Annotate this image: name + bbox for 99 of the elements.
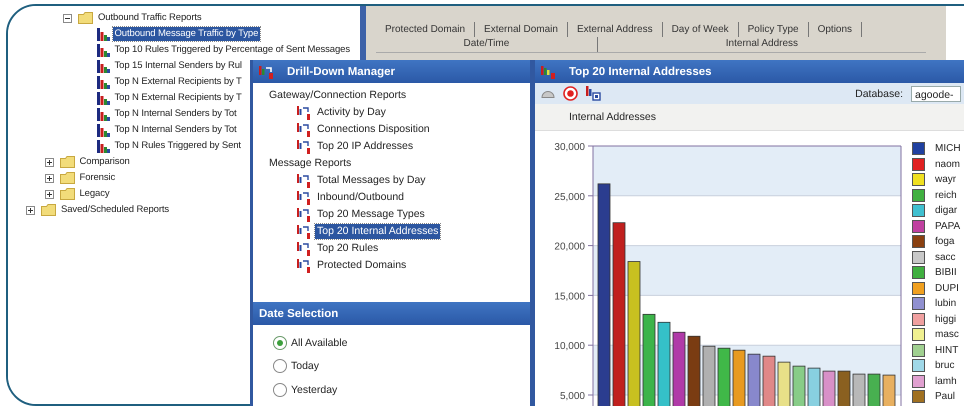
tree-item[interactable]: Top N External Recipients by T [112, 91, 244, 105]
expand-toggle[interactable] [26, 206, 35, 214]
legend-label: higgi [935, 314, 956, 325]
expand-toggle[interactable] [44, 190, 54, 198]
chart-icon [541, 64, 557, 80]
tab[interactable]: Day of Week [662, 22, 739, 37]
drill-down-icon [297, 207, 312, 222]
legend-label: foga [935, 236, 954, 248]
report-item[interactable]: Top 20 Rules [315, 241, 380, 256]
legend-label: wayr [935, 174, 956, 186]
radio-label: Today [291, 360, 320, 372]
y-tick-label: 15,000 [554, 291, 585, 302]
legend-label: DUPI [935, 282, 959, 294]
bar-chart-icon [96, 92, 110, 104]
drill-down-icon [297, 224, 312, 239]
radio-button[interactable] [273, 382, 287, 397]
tree-item[interactable]: Legacy [78, 187, 112, 201]
tab[interactable]: Policy Type [738, 22, 809, 37]
tab[interactable]: Protected Domain [376, 22, 476, 37]
target-icon[interactable] [563, 86, 578, 101]
tree-item[interactable]: Top N Rules Triggered by Sent [112, 139, 243, 153]
tree-item[interactable]: Comparison [78, 155, 132, 169]
report-item[interactable]: Protected Domains [315, 258, 408, 273]
drill-down-icon [297, 190, 312, 205]
y-tick-label: 5,000 [560, 391, 585, 402]
tree-item[interactable]: Top N Internal Senders by Tot [112, 107, 239, 121]
tree-item[interactable]: Outbound Traffic Reports [96, 11, 204, 25]
drill-down-icon [259, 64, 275, 80]
report-item[interactable]: Top 20 Internal Addresses [315, 224, 440, 239]
tree-item[interactable]: Top 15 Internal Senders by Rul [112, 59, 244, 73]
database-label: Database: [855, 88, 903, 100]
bar-chart-icon [96, 28, 110, 40]
bar-chart-icon [96, 108, 110, 120]
report-group-label: Gateway/Connection Reports [269, 88, 408, 103]
y-tick-label: 30,000 [554, 142, 585, 153]
tab[interactable]: Internal Address [598, 37, 926, 52]
y-tick-label: 10,000 [554, 341, 585, 352]
radio-button[interactable] [273, 336, 287, 350]
folder-icon [60, 156, 74, 168]
drill-down-icon [297, 173, 312, 188]
chart-export-icon[interactable] [586, 86, 601, 101]
tab[interactable]: External Address [568, 22, 663, 37]
legend-label: MICH [935, 143, 961, 154]
legend-label: sacc [935, 252, 956, 263]
report-item[interactable]: Inbound/Outbound [315, 190, 406, 205]
report-item[interactable]: Connections Disposition [315, 122, 432, 137]
drill-down-icon [297, 258, 312, 273]
folder-icon [78, 12, 93, 24]
legend-label: PAPA [935, 220, 960, 232]
tree-item[interactable]: Top N External Recipients by T [112, 75, 244, 89]
drill-down-icon [297, 105, 312, 120]
tree-item[interactable]: Forensic [78, 171, 118, 185]
report-item[interactable]: Activity by Day [315, 105, 388, 120]
legend-label: reich [935, 190, 957, 201]
report-group-label: Message Reports [269, 156, 352, 171]
expand-toggle[interactable] [44, 158, 54, 166]
legend-label: naom [935, 158, 960, 170]
gauge-icon[interactable] [541, 89, 555, 98]
legend-label: bruc [935, 360, 954, 372]
report-item[interactable]: Top 20 IP Addresses [315, 139, 416, 154]
tree-item[interactable]: Outbound Message Traffic by Type [112, 27, 260, 41]
y-tick-label: 25,000 [554, 192, 585, 203]
tab[interactable]: Date/Time [376, 37, 598, 52]
legend-label: Paul [935, 391, 956, 402]
report-item[interactable]: Top 20 Message Types [315, 207, 427, 222]
window-title: Drill-Down Manager [287, 66, 395, 78]
radio-label: All Available [291, 336, 348, 349]
section-title: Date Selection [259, 308, 338, 320]
tree-item[interactable]: Top N Internal Senders by Tot [112, 123, 239, 137]
folder-icon [60, 188, 74, 200]
folder-icon [41, 204, 56, 216]
drill-down-icon [297, 241, 312, 256]
bar-chart-icon [96, 124, 110, 136]
folder-icon [60, 172, 74, 184]
y-tick-label: 20,000 [554, 242, 585, 253]
tab[interactable]: Options [808, 22, 862, 37]
bar-chart-icon [96, 140, 110, 152]
bar-chart-icon [96, 60, 110, 72]
report-item[interactable]: Total Messages by Day [315, 173, 428, 188]
window-title: Top 20 Internal Addresses [569, 66, 712, 78]
legend-label: masc [935, 329, 959, 340]
legend-label: lubin [935, 298, 956, 310]
tree-item[interactable]: Saved/Scheduled Reports [59, 203, 172, 217]
legend-label: lamh [935, 376, 957, 387]
radio-button[interactable] [273, 359, 287, 374]
chart-section-title: Internal Addresses [535, 104, 964, 131]
bar-chart-icon [96, 44, 110, 56]
bar-chart-icon [96, 76, 110, 88]
expand-toggle[interactable] [44, 174, 54, 182]
radio-label: Yesterday [291, 384, 338, 396]
legend-label: HINT [935, 344, 958, 356]
tree-item[interactable]: Top 10 Rules Triggered by Percentage of Sent Messages [112, 43, 352, 57]
legend-label: BIBII [935, 267, 957, 278]
tab[interactable]: External Domain [475, 22, 568, 37]
database-field[interactable]: agoode- [911, 86, 961, 102]
drill-down-icon [297, 122, 312, 137]
legend-label: digar [935, 205, 958, 216]
expand-toggle[interactable] [63, 14, 72, 22]
drill-down-icon [297, 139, 312, 154]
